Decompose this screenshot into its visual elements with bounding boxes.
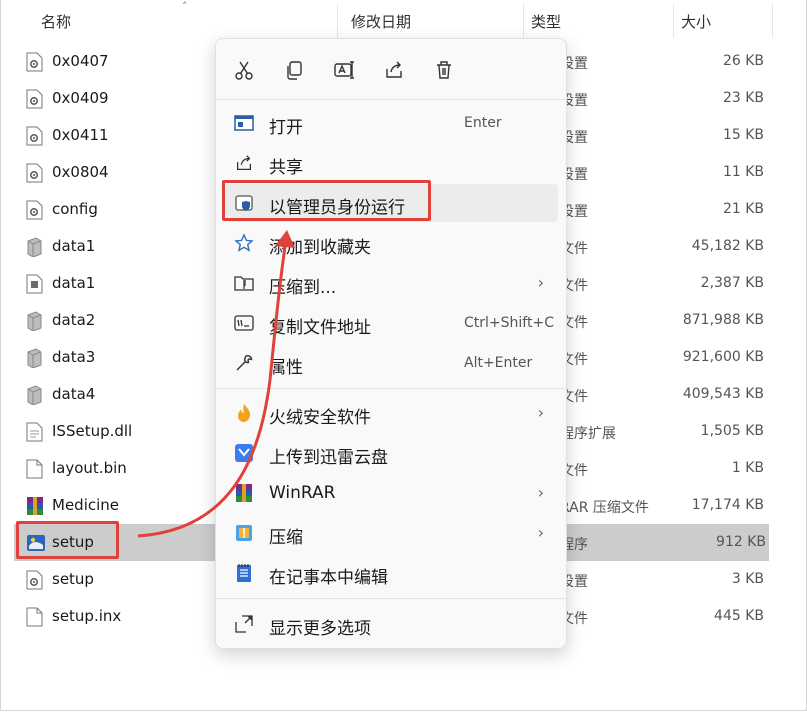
annotation-arrow [137,230,295,538]
